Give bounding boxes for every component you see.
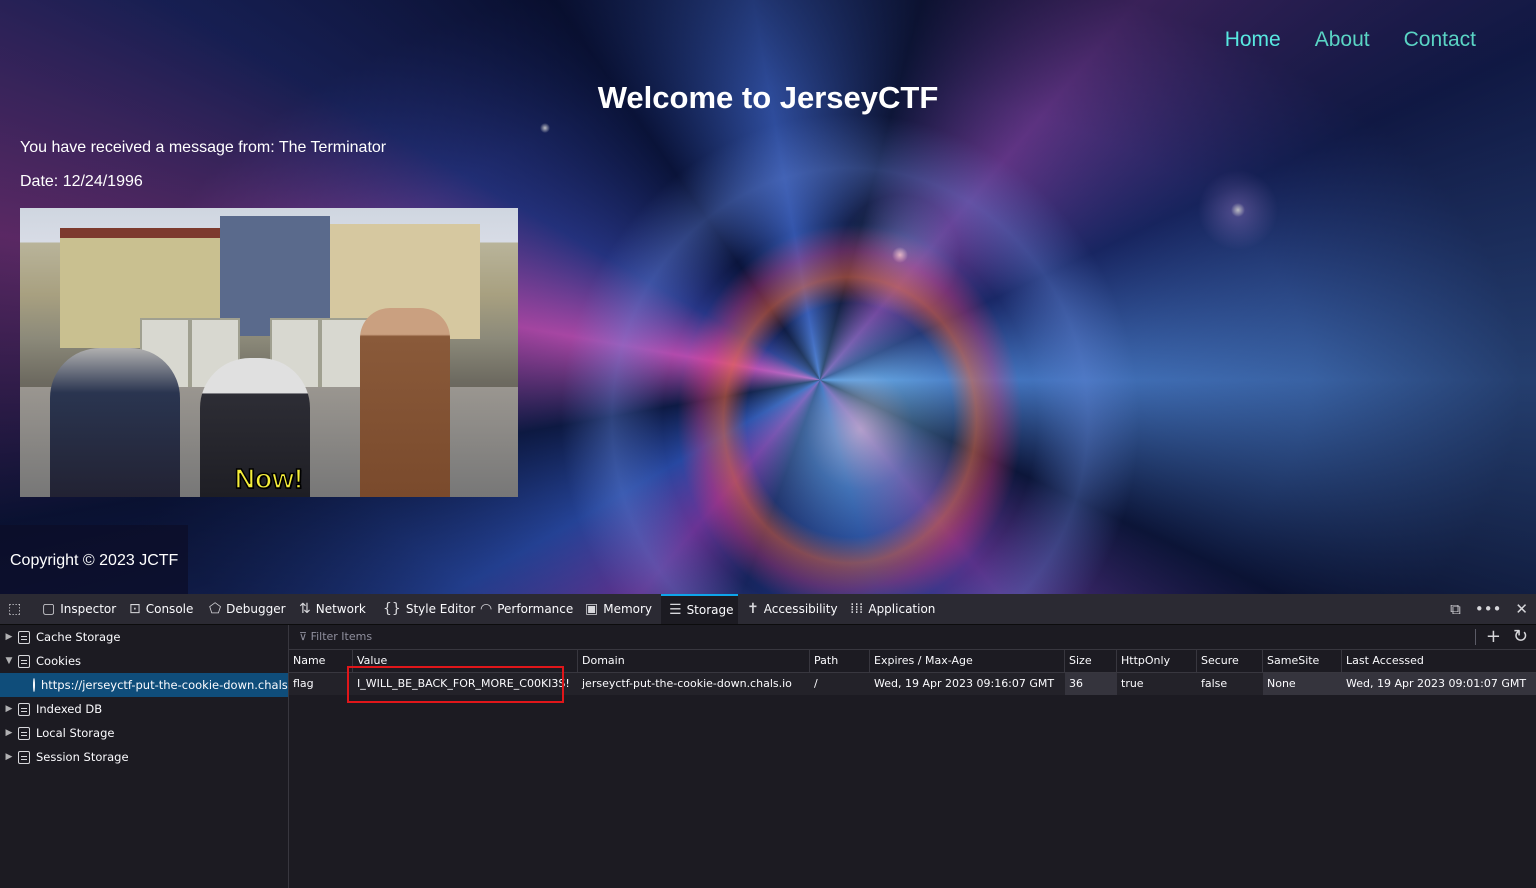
message-date-text: Date: 12/24/1996 <box>20 173 143 190</box>
cell-secure: false <box>1201 677 1228 690</box>
sidebar-item-cache-storage[interactable]: ▶ Cache Storage <box>0 625 288 649</box>
more-options-icon[interactable]: ••• <box>1475 600 1502 618</box>
filter-icon: ⊽ <box>299 630 311 643</box>
close-icon[interactable]: ✕ <box>1515 600 1528 618</box>
chevron-right-icon: ▶ <box>5 728 13 738</box>
site-nav: Home About Contact <box>1225 28 1476 52</box>
globe-icon <box>33 678 35 692</box>
column-header-samesite[interactable]: SameSite <box>1263 650 1342 672</box>
console-icon: ⊡ <box>129 601 141 617</box>
filter-input[interactable]: ⊽ Filter Items <box>299 630 372 643</box>
sidebar-item-indexed-db[interactable]: ▶ Indexed DB <box>0 697 288 721</box>
cell-expires: Wed, 19 Apr 2023 09:16:07 GMT <box>874 677 1055 690</box>
dock-side-icon[interactable]: ⧉ <box>1450 600 1461 618</box>
cell-samesite: None <box>1263 673 1342 695</box>
picker-icon: ⬚ <box>8 601 22 617</box>
column-header-expires[interactable]: Expires / Max-Age <box>870 650 1065 672</box>
application-icon: ⁞⁞⁞ <box>850 601 864 617</box>
chevron-right-icon: ▶ <box>5 632 13 642</box>
sidebar-item-session-storage[interactable]: ▶ Session Storage <box>0 745 288 769</box>
tab-application[interactable]: ⁞⁞⁞ Application <box>850 594 935 624</box>
tab-storage[interactable]: ☰ Storage <box>661 594 738 624</box>
tab-memory[interactable]: ▣ Memory <box>585 594 652 624</box>
database-icon <box>18 702 30 716</box>
cell-domain: jerseyctf-put-the-cookie-down.chals.io <box>582 677 792 690</box>
inspector-icon: ▢ <box>42 601 56 617</box>
cell-last-accessed: Wed, 19 Apr 2023 09:01:07 GMT <box>1342 673 1536 695</box>
copyright-text: Copyright © 2023 JCTF <box>10 552 179 569</box>
web-page: Home About Contact Welcome to JerseyCTF … <box>0 0 1536 594</box>
tab-style-editor[interactable]: {} Style Editor <box>383 594 475 624</box>
chevron-right-icon: ▶ <box>5 752 13 762</box>
column-header-secure[interactable]: Secure <box>1197 650 1263 672</box>
add-item-icon[interactable]: + <box>1486 626 1501 648</box>
column-header-last-accessed[interactable]: Last Accessed <box>1342 650 1536 672</box>
performance-icon: ◠ <box>480 601 493 617</box>
chevron-down-icon: ▼ <box>5 656 13 666</box>
gif-caption: Now! <box>234 462 304 495</box>
debugger-icon: ⬠ <box>209 601 222 617</box>
nav-home-link[interactable]: Home <box>1225 28 1281 52</box>
footer: Copyright © 2023 JCTF <box>0 525 188 594</box>
sidebar-item-cookie-host[interactable]: https://jerseyctf-put-the-cookie-down.ch… <box>0 673 302 697</box>
page-title: Welcome to JerseyCTF <box>597 80 939 115</box>
cell-path: / <box>814 677 818 690</box>
tab-network[interactable]: ⇅ Network <box>299 594 366 624</box>
filter-bar: ⊽ Filter Items + ↻ <box>289 625 1536 650</box>
tab-debugger[interactable]: ⬠ Debugger <box>209 594 286 624</box>
sidebar-item-local-storage[interactable]: ▶ Local Storage <box>0 721 288 745</box>
terminator-gif-image: Now! <box>20 208 518 497</box>
nav-contact-link[interactable]: Contact <box>1404 28 1476 52</box>
devtools-window-controls: ⧉ ••• ✕ <box>1450 594 1528 624</box>
memory-icon: ▣ <box>585 601 599 617</box>
accessibility-icon: ✝ <box>747 601 759 617</box>
cell-name: flag <box>293 677 314 690</box>
database-icon <box>18 630 30 644</box>
column-header-path[interactable]: Path <box>810 650 870 672</box>
database-icon <box>18 750 30 764</box>
network-icon: ⇅ <box>299 601 311 617</box>
message-sender-text: You have received a message from: The Te… <box>20 139 387 156</box>
cell-httponly: true <box>1121 677 1144 690</box>
storage-icon: ☰ <box>669 602 682 618</box>
cell-size: 36 <box>1065 673 1117 695</box>
column-header-size[interactable]: Size <box>1065 650 1117 672</box>
database-icon <box>18 654 30 668</box>
sidebar-item-cookies[interactable]: ▼ Cookies <box>0 649 288 673</box>
column-header-httponly[interactable]: HttpOnly <box>1117 650 1197 672</box>
tab-console[interactable]: ⊡ Console <box>129 594 193 624</box>
tab-inspector[interactable]: ▢ Inspector <box>42 594 116 624</box>
chevron-right-icon: ▶ <box>5 704 13 714</box>
nav-about-link[interactable]: About <box>1315 28 1370 52</box>
column-header-name[interactable]: Name <box>289 650 353 672</box>
refresh-icon[interactable]: ↻ <box>1513 626 1528 648</box>
tab-performance[interactable]: ◠ Performance <box>480 594 573 624</box>
devtools-toolbar: ⬚ ▢ Inspector ⊡ Console ⬠ Debugger ⇅ Network… <box>0 594 1536 625</box>
element-picker-button[interactable]: ⬚ <box>8 594 21 624</box>
devtools-panel: ⬚ ▢ Inspector ⊡ Console ⬠ Debugger ⇅ Network… <box>0 594 1536 888</box>
tab-accessibility[interactable]: ✝ Accessibility <box>747 594 838 624</box>
style-editor-icon: {} <box>383 601 401 617</box>
storage-sidebar: ▶ Cache Storage ▼ Cookies https://jerseyct… <box>0 625 302 888</box>
column-header-domain[interactable]: Domain <box>578 650 810 672</box>
value-highlight-annotation <box>347 666 564 703</box>
database-icon <box>18 726 30 740</box>
